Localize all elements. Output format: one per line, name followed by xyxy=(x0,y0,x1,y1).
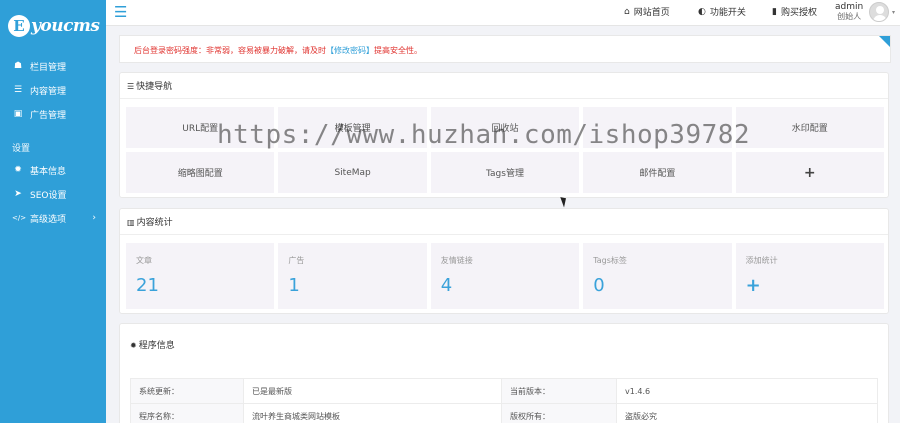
table-row: 系统更新： 已是最新版 当前版本： v1.4.6 xyxy=(130,378,878,404)
bookmark-icon: ▮ xyxy=(772,6,777,17)
menu-toggle-icon[interactable]: ☰ xyxy=(114,4,127,20)
content-stats-card: ▥ 内容统计 文章 21 广告 1 友情链接 4 Tags标签 0 添加统计 + xyxy=(119,208,889,314)
stats-grid: 文章 21 广告 1 友情链接 4 Tags标签 0 添加统计 + xyxy=(126,243,884,309)
table-cell: 流叶养生商城类网站模板 xyxy=(243,403,502,423)
alert-text: 后台登录密码强度：非常弱，容易被暴力破解，请及时【修改密码】提高安全性。 xyxy=(134,45,422,56)
stat-ads[interactable]: 广告 1 xyxy=(278,243,427,309)
sidebar-item-column-management[interactable]: ☗ 栏目管理 xyxy=(0,54,106,78)
stat-value: 0 xyxy=(593,275,605,296)
table-row: 程序名称： 流叶养生商城类网站模板 版权所有： 盗版必究 xyxy=(130,403,878,423)
logo-text: youcms xyxy=(31,16,100,36)
card-title: ✹ 程序信息 xyxy=(120,324,888,368)
list-icon: ☰ xyxy=(127,82,135,91)
quick-nav-url-config[interactable]: URL配置 xyxy=(126,107,275,148)
card-title-text: 程序信息 xyxy=(138,341,175,351)
card-title: ▥ 内容统计 xyxy=(120,209,888,235)
quick-nav-tags-management[interactable]: Tags管理 xyxy=(430,152,580,193)
sidebar-section-settings: 设置 xyxy=(12,144,31,154)
avatar[interactable] xyxy=(869,2,889,22)
quick-nav-sitemap[interactable]: SiteMap xyxy=(278,152,427,193)
sidebar-item-ad-management[interactable]: ▣ 广告管理 xyxy=(0,102,106,126)
stat-value: 21 xyxy=(136,275,159,296)
header-link-label: 网站首页 xyxy=(633,8,670,18)
quick-nav-card: ☰ 快捷导航 URL配置 模板管理 回收站 水印配置 缩略图配置 SiteMap … xyxy=(119,72,889,198)
home-icon: ⌂ xyxy=(624,6,630,17)
stat-friend-links[interactable]: 友情链接 4 xyxy=(430,243,580,309)
stat-label: 文章 xyxy=(136,256,152,265)
user-role: 创始人 xyxy=(837,12,862,21)
sidebar-item-label: 内容管理 xyxy=(30,86,67,97)
stat-label: 广告 xyxy=(288,256,305,265)
gear-icon: ✹ xyxy=(14,165,22,175)
paper-plane-icon: ➤ xyxy=(14,189,22,199)
program-info-table: 系统更新： 已是最新版 当前版本： v1.4.6 程序名称： 流叶养生商城类网站… xyxy=(130,378,878,423)
stat-add[interactable]: 添加统计 + xyxy=(735,243,884,309)
image-icon: ▣ xyxy=(13,109,23,119)
table-cell: 当前版本： xyxy=(501,378,617,404)
sidebar-item-label: 广告管理 xyxy=(30,110,67,121)
alert-text-before: 后台登录密码强度：非常弱，容易被暴力破解，请及时 xyxy=(134,46,326,55)
program-info-card: ✹ 程序信息 系统更新： 已是最新版 当前版本： v1.4.6 程序名称： 流叶养… xyxy=(119,323,889,423)
add-stat-icon: + xyxy=(745,275,761,296)
toggle-icon: ◐ xyxy=(698,6,706,17)
table-cell: v1.4.6 xyxy=(616,378,878,404)
gear-icon: ✹ xyxy=(130,341,137,350)
quick-nav-add-icon[interactable]: + xyxy=(735,152,884,193)
top-header: ☰ ⌂ 网站首页 ◐ 功能开关 ▮ 购买授权 admin 创始人 ▾ xyxy=(106,0,900,26)
header-link-label: 功能开关 xyxy=(709,8,746,18)
user-name: admin xyxy=(835,2,864,12)
sidebar-item-label: SEO设置 xyxy=(30,190,67,201)
header-link-feature-switch[interactable]: ◐ 功能开关 xyxy=(698,5,746,19)
password-alert: 后台登录密码强度：非常弱，容易被暴力破解，请及时【修改密码】提高安全性。 xyxy=(119,35,891,63)
stat-label: 添加统计 xyxy=(745,256,778,265)
sidebar-item-label: 基本信息 xyxy=(30,166,67,177)
quick-nav-watermark-config[interactable]: 水印配置 xyxy=(735,107,884,148)
alert-corner-marker xyxy=(879,36,890,47)
table-cell: 版权所有： xyxy=(501,403,617,423)
stat-articles[interactable]: 文章 21 xyxy=(126,243,275,309)
quick-nav-email-config[interactable]: 邮件配置 xyxy=(583,152,732,193)
table-cell: 系统更新： xyxy=(130,378,244,404)
stat-value: 1 xyxy=(288,275,300,296)
sidebar-item-label: 栏目管理 xyxy=(30,62,67,73)
header-link-site-home[interactable]: ⌂ 网站首页 xyxy=(624,5,670,19)
user-menu[interactable]: admin 创始人 xyxy=(835,2,863,22)
chevron-right-icon: › xyxy=(92,213,96,223)
caret-down-icon[interactable]: ▾ xyxy=(892,9,895,16)
header-link-buy-license[interactable]: ▮ 购买授权 xyxy=(772,5,817,19)
sidebar-item-content-management[interactable]: ☰ 内容管理 xyxy=(0,78,106,102)
list-icon: ☰ xyxy=(13,85,23,95)
table-cell: 程序名称： xyxy=(130,403,244,423)
sidebar-item-basic-info[interactable]: ✹ 基本信息 xyxy=(0,158,106,182)
quick-nav-grid: URL配置 模板管理 回收站 水印配置 缩略图配置 SiteMap Tags管理… xyxy=(126,107,884,193)
change-password-link[interactable]: 【修改密码】 xyxy=(326,46,374,55)
stat-value: 4 xyxy=(440,275,453,296)
sidebar-item-advanced-options[interactable]: </> 高级选项 › xyxy=(0,206,106,230)
sitemap-icon: ☗ xyxy=(13,61,23,71)
card-title: ☰ 快捷导航 xyxy=(120,73,888,99)
table-cell: 已是最新版 xyxy=(243,378,502,404)
bar-chart-icon: ▥ xyxy=(127,218,135,227)
stat-label: 友情链接 xyxy=(440,256,473,265)
stat-label: Tags标签 xyxy=(593,256,627,265)
quick-nav-template-management[interactable]: 模板管理 xyxy=(278,107,427,148)
alert-text-after: 提高安全性。 xyxy=(374,46,422,55)
logo-mark: E xyxy=(8,15,30,37)
quick-nav-thumbnail-config[interactable]: 缩略图配置 xyxy=(126,152,275,193)
card-title-text: 快捷导航 xyxy=(136,82,173,92)
quick-nav-recycle-bin[interactable]: 回收站 xyxy=(430,107,580,148)
sidebar-item-label: 高级选项 xyxy=(30,214,67,225)
header-link-label: 购买授权 xyxy=(780,8,817,18)
card-title-text: 内容统计 xyxy=(136,218,173,228)
quick-nav-item-4[interactable] xyxy=(583,107,732,148)
logo[interactable]: E youcms xyxy=(0,0,106,52)
code-icon: </> xyxy=(12,214,27,222)
table-cell: 盗版必究 xyxy=(616,403,878,423)
sidebar: E youcms ☗ 栏目管理 ☰ 内容管理 ▣ 广告管理 设置 ✹ 基本信息 … xyxy=(0,0,106,423)
sidebar-item-seo-settings[interactable]: ➤ SEO设置 xyxy=(0,182,106,206)
stat-tags[interactable]: Tags标签 0 xyxy=(583,243,732,309)
